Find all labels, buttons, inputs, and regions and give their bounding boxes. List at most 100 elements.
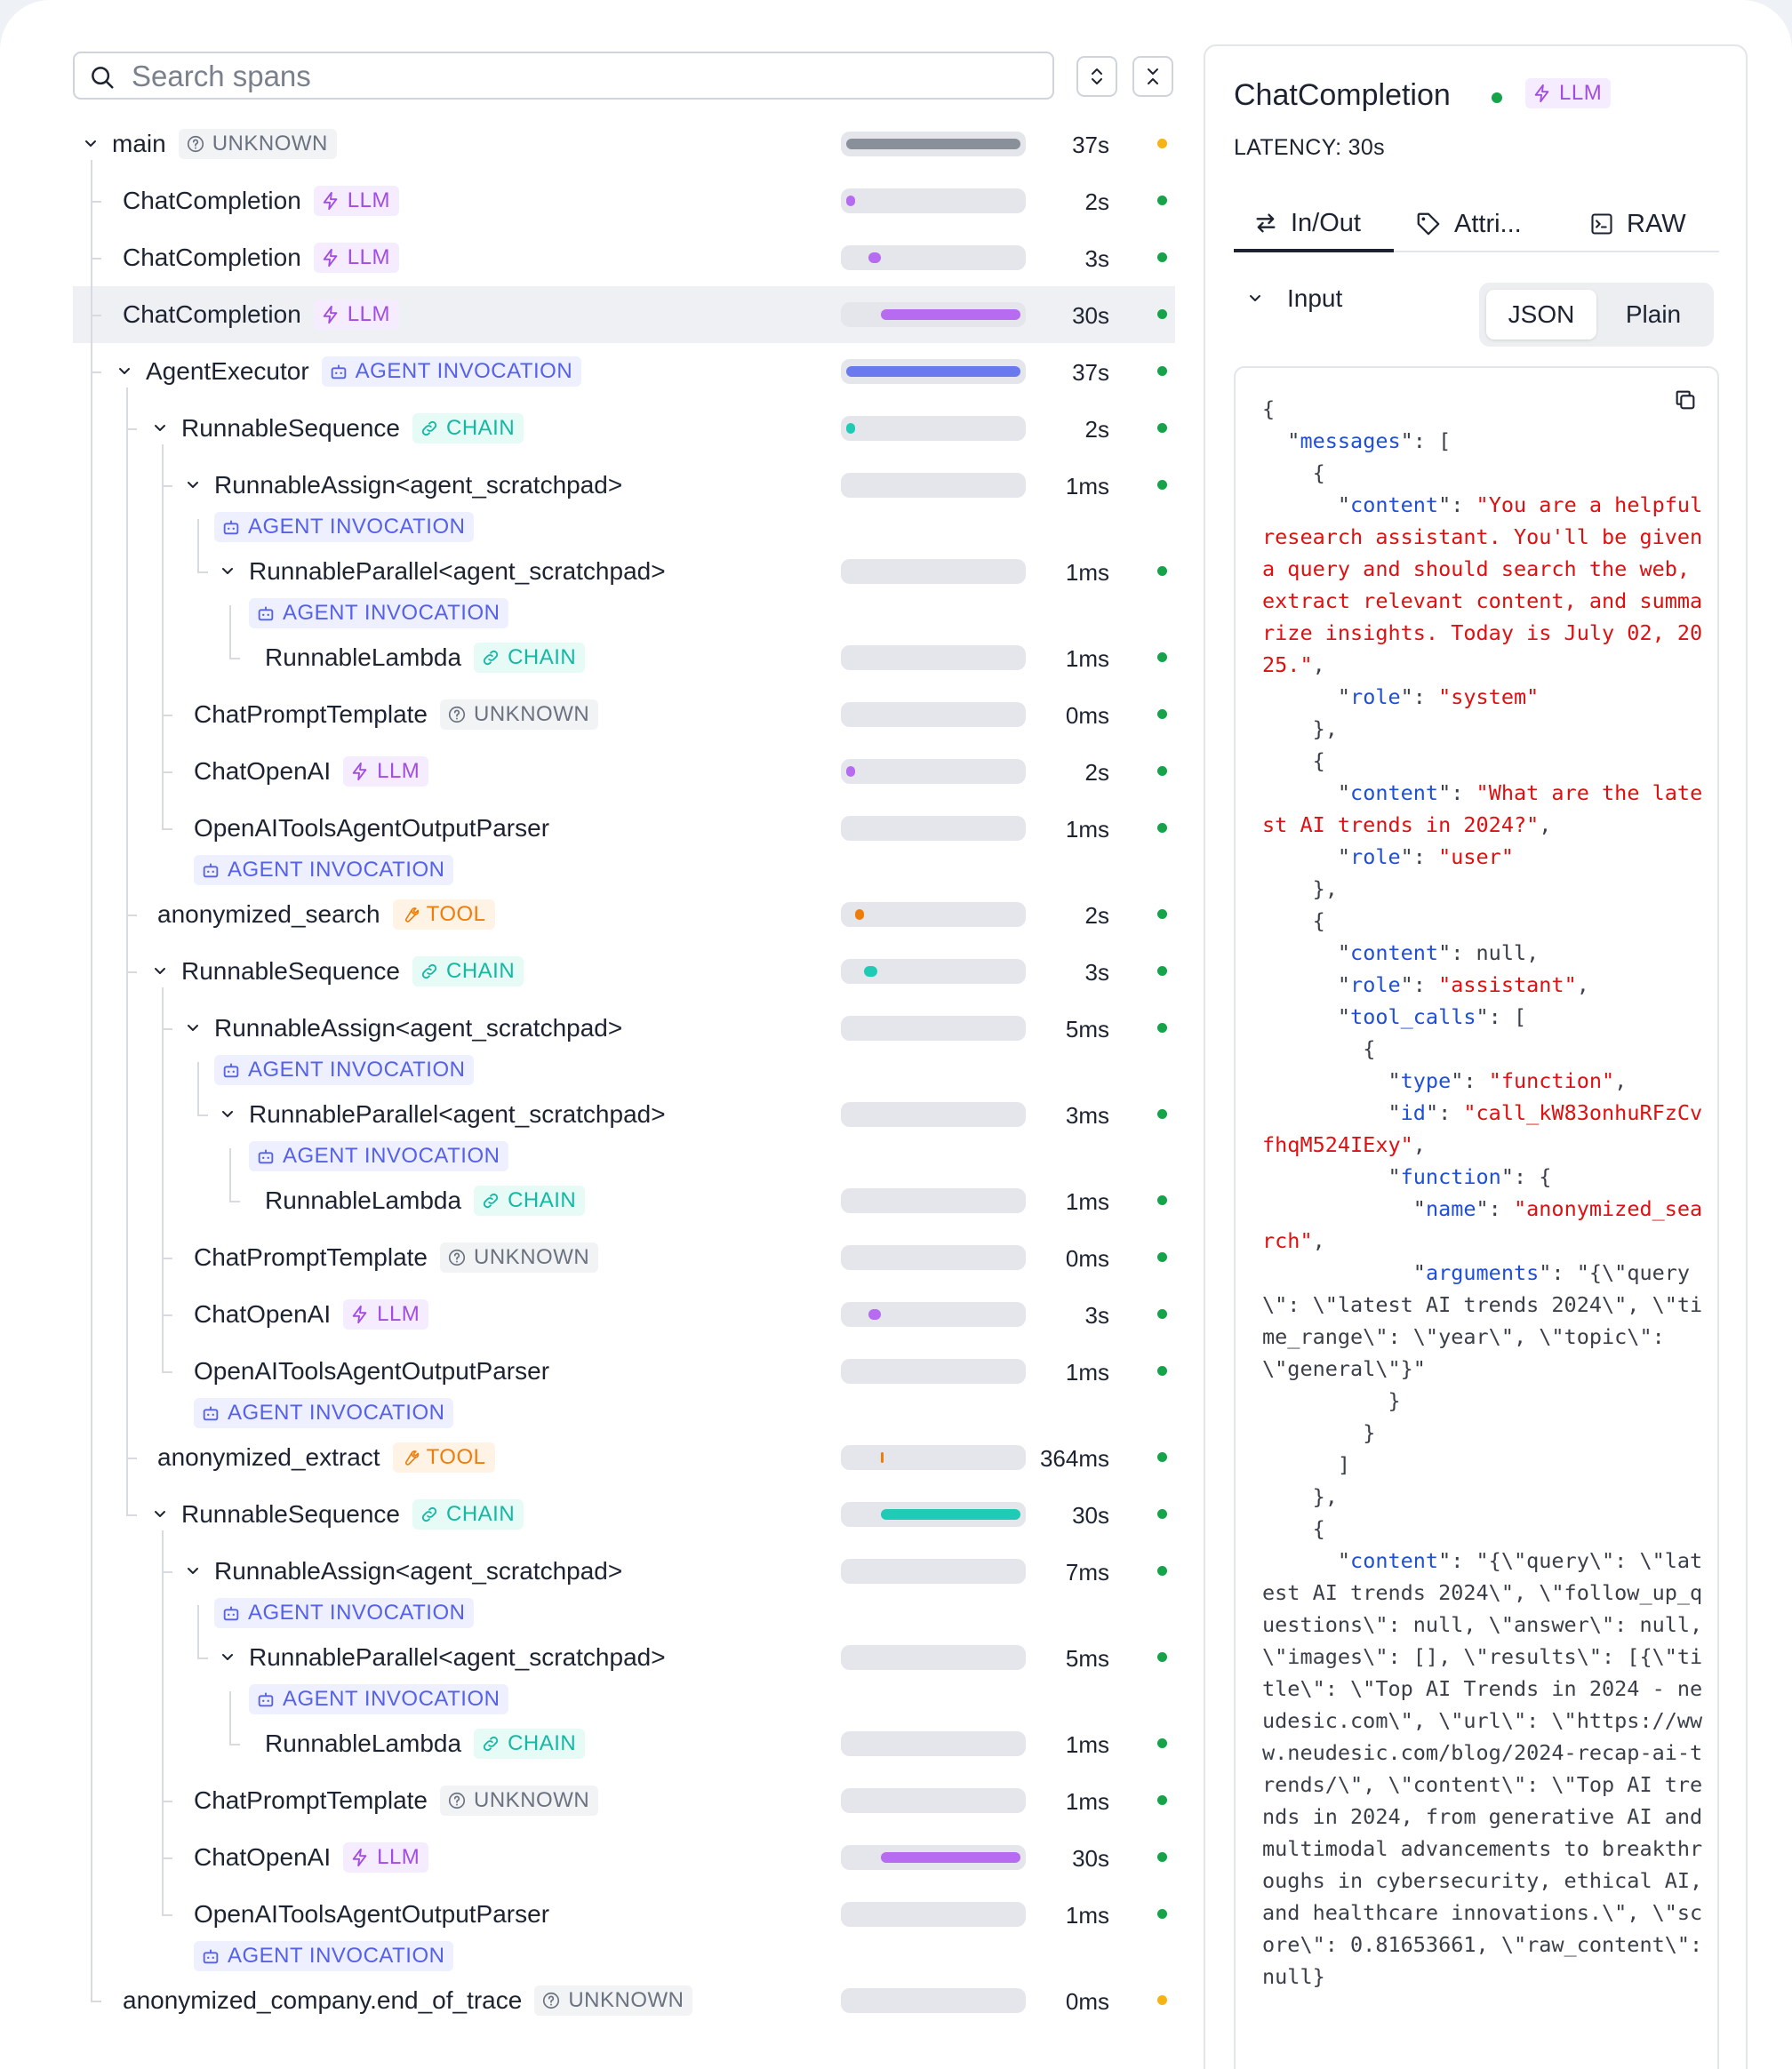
- span-row[interactable]: RunnableAssign<agent_scratchpad> AGENT IN…: [73, 1543, 1175, 1629]
- span-row[interactable]: OpenAIToolsAgentOutputParser AGENT INVOCA…: [73, 1343, 1175, 1429]
- span-row[interactable]: RunnableSequence CHAIN 30s: [73, 1486, 1175, 1543]
- robot-icon: [258, 1692, 274, 1707]
- span-name: RunnableParallel<agent_scratchpad>: [249, 557, 666, 585]
- span-row[interactable]: RunnableAssign<agent_scratchpad> AGENT IN…: [73, 457, 1175, 543]
- span-name: ChatPromptTemplate: [194, 1243, 428, 1271]
- plain-format-button[interactable]: Plain: [1600, 290, 1707, 340]
- span-row[interactable]: AgentExecutor AGENT INVOCATION 37s: [73, 343, 1175, 400]
- span-name: anonymized_extract: [157, 1443, 380, 1471]
- span-kind-badge: AGENT INVOCATION: [249, 1141, 509, 1171]
- tab-attributes[interactable]: Attri...: [1415, 197, 1522, 251]
- tree-connector: [162, 485, 164, 715]
- span-kind-badge: AGENT INVOCATION: [214, 1055, 475, 1085]
- expand-all-button[interactable]: [1076, 56, 1117, 97]
- span-row[interactable]: ChatPromptTemplate UNKNOWN 0ms: [73, 686, 1175, 743]
- tree-connector: [126, 915, 128, 972]
- span-row[interactable]: RunnableParallel<agent_scratchpad> AGENT …: [73, 1086, 1175, 1172]
- span-name: RunnableAssign<agent_scratchpad>: [214, 1557, 623, 1585]
- chevron-down-icon[interactable]: [82, 135, 100, 153]
- robot-icon: [223, 1063, 239, 1078]
- span-kind-label: LLM: [377, 759, 420, 783]
- span-row[interactable]: ChatPromptTemplate UNKNOWN 1ms: [73, 1772, 1175, 1829]
- span-row[interactable]: OpenAIToolsAgentOutputParser AGENT INVOCA…: [73, 800, 1175, 886]
- input-section-toggle[interactable]: Input: [1246, 284, 1342, 313]
- status-dot: [1157, 1509, 1167, 1519]
- tree-connector: [126, 1458, 128, 1515]
- terminal-icon: [1591, 213, 1612, 235]
- tree-connector: [91, 371, 92, 2001]
- span-duration: 2s: [1084, 902, 1109, 929]
- span-duration: 1ms: [1065, 473, 1109, 499]
- span-row[interactable]: RunnableSequence CHAIN 3s: [73, 943, 1175, 1000]
- chevron-down-icon[interactable]: [151, 1506, 169, 1523]
- span-row[interactable]: ChatCompletion LLM 30s: [73, 286, 1175, 343]
- search-box[interactable]: [73, 52, 1054, 100]
- chevron-down-icon[interactable]: [116, 363, 133, 380]
- tab-raw[interactable]: RAW: [1589, 197, 1686, 251]
- chevron-down-icon[interactable]: [184, 476, 202, 494]
- span-kind-badge: TOOL: [392, 1442, 495, 1473]
- span-row[interactable]: ChatCompletion LLM 3s: [73, 229, 1175, 286]
- search-input[interactable]: [132, 59, 1038, 94]
- span-kind-badge: LLM: [343, 1299, 429, 1330]
- span-kind-label: LLM: [377, 1845, 420, 1869]
- json-format-button[interactable]: JSON: [1486, 290, 1596, 340]
- span-row[interactable]: RunnableSequence CHAIN 2s: [73, 400, 1175, 457]
- span-name: ChatOpenAI: [194, 757, 332, 785]
- span-row[interactable]: anonymized_company.end_of_trace UNKNOWN 0m…: [73, 1972, 1175, 2029]
- format-toggle: JSON Plain: [1479, 283, 1714, 347]
- span-row[interactable]: RunnableParallel<agent_scratchpad> AGENT …: [73, 1629, 1175, 1715]
- robot-icon: [203, 1406, 219, 1421]
- status-dot: [1157, 566, 1167, 576]
- link-icon: [421, 420, 437, 436]
- span-row[interactable]: OpenAIToolsAgentOutputParser AGENT INVOCA…: [73, 1886, 1175, 1972]
- span-row[interactable]: RunnableParallel<agent_scratchpad> AGENT …: [73, 543, 1175, 629]
- span-kind-badge: AGENT INVOCATION: [194, 855, 454, 885]
- latency-label: LATENCY: 30s: [1234, 135, 1385, 160]
- span-duration-fill: [868, 252, 882, 263]
- question-circle-icon: [448, 706, 466, 723]
- span-kind-badge: CHAIN: [474, 643, 586, 673]
- json-content: { "messages": [ { "content": "You are a …: [1262, 396, 1716, 1989]
- span-duration: 30s: [1072, 1502, 1109, 1529]
- tree-connector: [162, 715, 164, 772]
- tag-icon: [1417, 212, 1440, 236]
- span-row[interactable]: RunnableAssign<agent_scratchpad> AGENT IN…: [73, 1000, 1175, 1086]
- span-name: RunnableSequence: [181, 414, 400, 442]
- span-row[interactable]: ChatPromptTemplate UNKNOWN 0ms: [73, 1229, 1175, 1286]
- span-duration-fill: [846, 766, 855, 777]
- wrench-icon: [404, 1450, 419, 1466]
- span-row[interactable]: ChatOpenAI LLM 30s: [73, 1829, 1175, 1886]
- tab-in-out[interactable]: In/Out: [1234, 197, 1394, 252]
- chevron-down-icon[interactable]: [219, 1649, 236, 1666]
- span-name: RunnableLambda: [265, 1186, 462, 1214]
- chevron-down-icon[interactable]: [151, 963, 169, 980]
- span-kind-badge: AGENT INVOCATION: [249, 598, 509, 628]
- span-row[interactable]: ChatOpenAI LLM 3s: [73, 1286, 1175, 1343]
- span-row[interactable]: ChatCompletion LLM 2s: [73, 172, 1175, 229]
- collapse-all-button[interactable]: [1132, 56, 1173, 97]
- chevron-down-icon[interactable]: [219, 1106, 236, 1123]
- status-dot: [1157, 1109, 1167, 1119]
- tree-connector: [162, 1028, 164, 1258]
- robot-icon: [223, 1606, 239, 1621]
- span-kind-badge: CHAIN: [412, 413, 524, 443]
- span-name: RunnableAssign<agent_scratchpad>: [214, 1014, 623, 1042]
- chevron-down-icon[interactable]: [184, 1562, 202, 1580]
- span-kind-badge: AGENT INVOCATION: [249, 1684, 509, 1714]
- tree-connector: [126, 1514, 137, 1516]
- chevron-down-icon[interactable]: [219, 563, 236, 580]
- chevron-down-icon[interactable]: [151, 419, 169, 437]
- span-row[interactable]: anonymized_extract TOOL 364ms: [73, 1429, 1175, 1486]
- span-name: anonymized_company.end_of_trace: [123, 1986, 523, 2014]
- span-row[interactable]: ChatOpenAI LLM 2s: [73, 743, 1175, 800]
- status-dot: [1157, 1909, 1167, 1919]
- span-kind-label: LLM: [1559, 81, 1603, 105]
- span-row[interactable]: anonymized_search TOOL 2s: [73, 886, 1175, 943]
- tree-connector: [91, 315, 92, 372]
- span-kind-label: UNKNOWN: [474, 702, 590, 726]
- span-kind-badge: LLM: [313, 300, 399, 330]
- chevron-down-icon[interactable]: [184, 1019, 202, 1037]
- span-row[interactable]: main UNKNOWN 37s: [73, 116, 1175, 172]
- span-kind-label: AGENT INVOCATION: [228, 1944, 445, 1968]
